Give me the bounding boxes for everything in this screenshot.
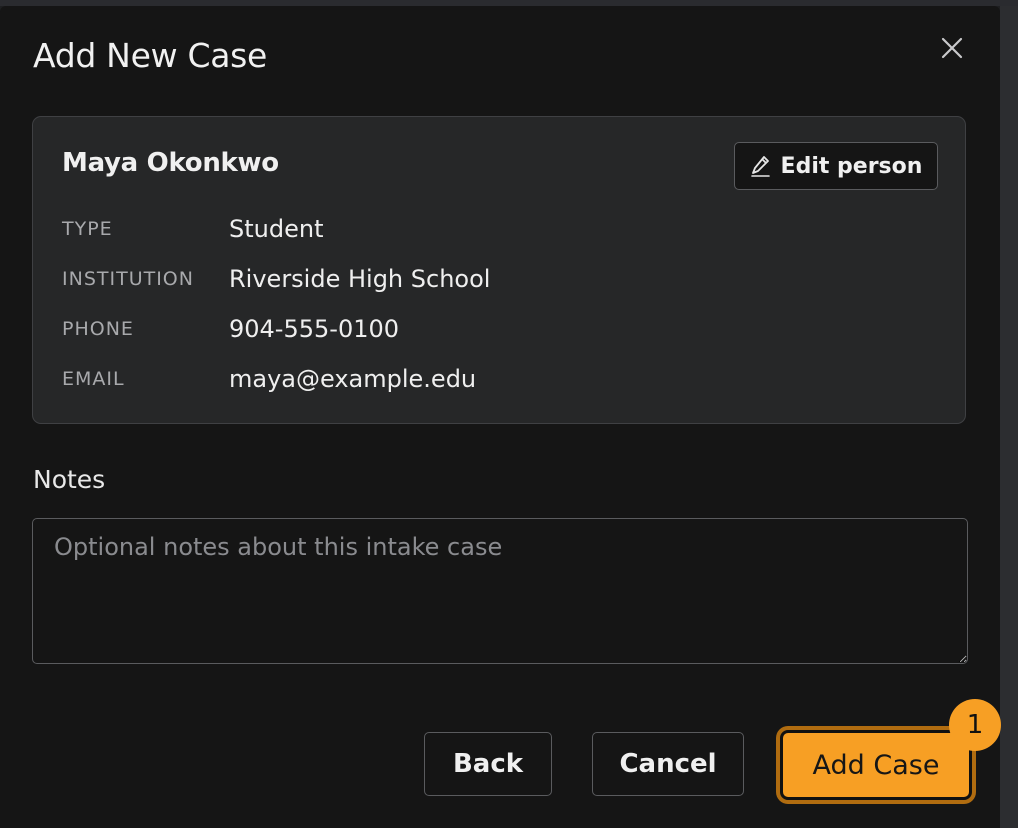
- cancel-button[interactable]: Cancel: [592, 732, 744, 796]
- info-key-phone: PHONE: [62, 318, 134, 340]
- add-case-button[interactable]: Add Case: [780, 730, 972, 800]
- edit-person-label: Edit person: [780, 153, 923, 179]
- dialog-title: Add New Case: [33, 36, 268, 75]
- info-row-email: EMAIL maya@example.edu: [62, 359, 476, 399]
- edit-person-button[interactable]: Edit person: [734, 142, 938, 190]
- info-row-type: TYPE Student: [62, 209, 323, 249]
- info-value-type: Student: [229, 215, 324, 243]
- info-value-email: maya@example.edu: [229, 365, 477, 393]
- person-name: Maya Okonkwo: [62, 148, 279, 178]
- info-key-email: EMAIL: [62, 368, 125, 390]
- info-value-phone: 904-555-0100: [229, 315, 400, 343]
- info-value-institution: Riverside High School: [229, 265, 491, 293]
- right-background-strip: [1000, 6, 1018, 828]
- back-button[interactable]: Back: [424, 732, 552, 796]
- pencil-icon: [750, 156, 770, 177]
- info-row-institution: INSTITUTION Riverside High School: [62, 259, 490, 299]
- info-row-phone: PHONE 904-555-0100: [62, 309, 399, 349]
- person-card: Maya Okonkwo Edit person TYPE Student IN…: [32, 116, 966, 424]
- notes-textarea[interactable]: [32, 518, 968, 664]
- info-key-type: TYPE: [62, 218, 113, 240]
- close-icon: [941, 37, 963, 59]
- info-key-institution: INSTITUTION: [62, 268, 194, 290]
- close-button[interactable]: [934, 30, 970, 66]
- add-case-dialog: Add New Case Maya Okonkwo Edit person TY…: [0, 6, 1001, 828]
- notes-label: Notes: [33, 465, 106, 494]
- step-badge: 1: [949, 699, 1001, 751]
